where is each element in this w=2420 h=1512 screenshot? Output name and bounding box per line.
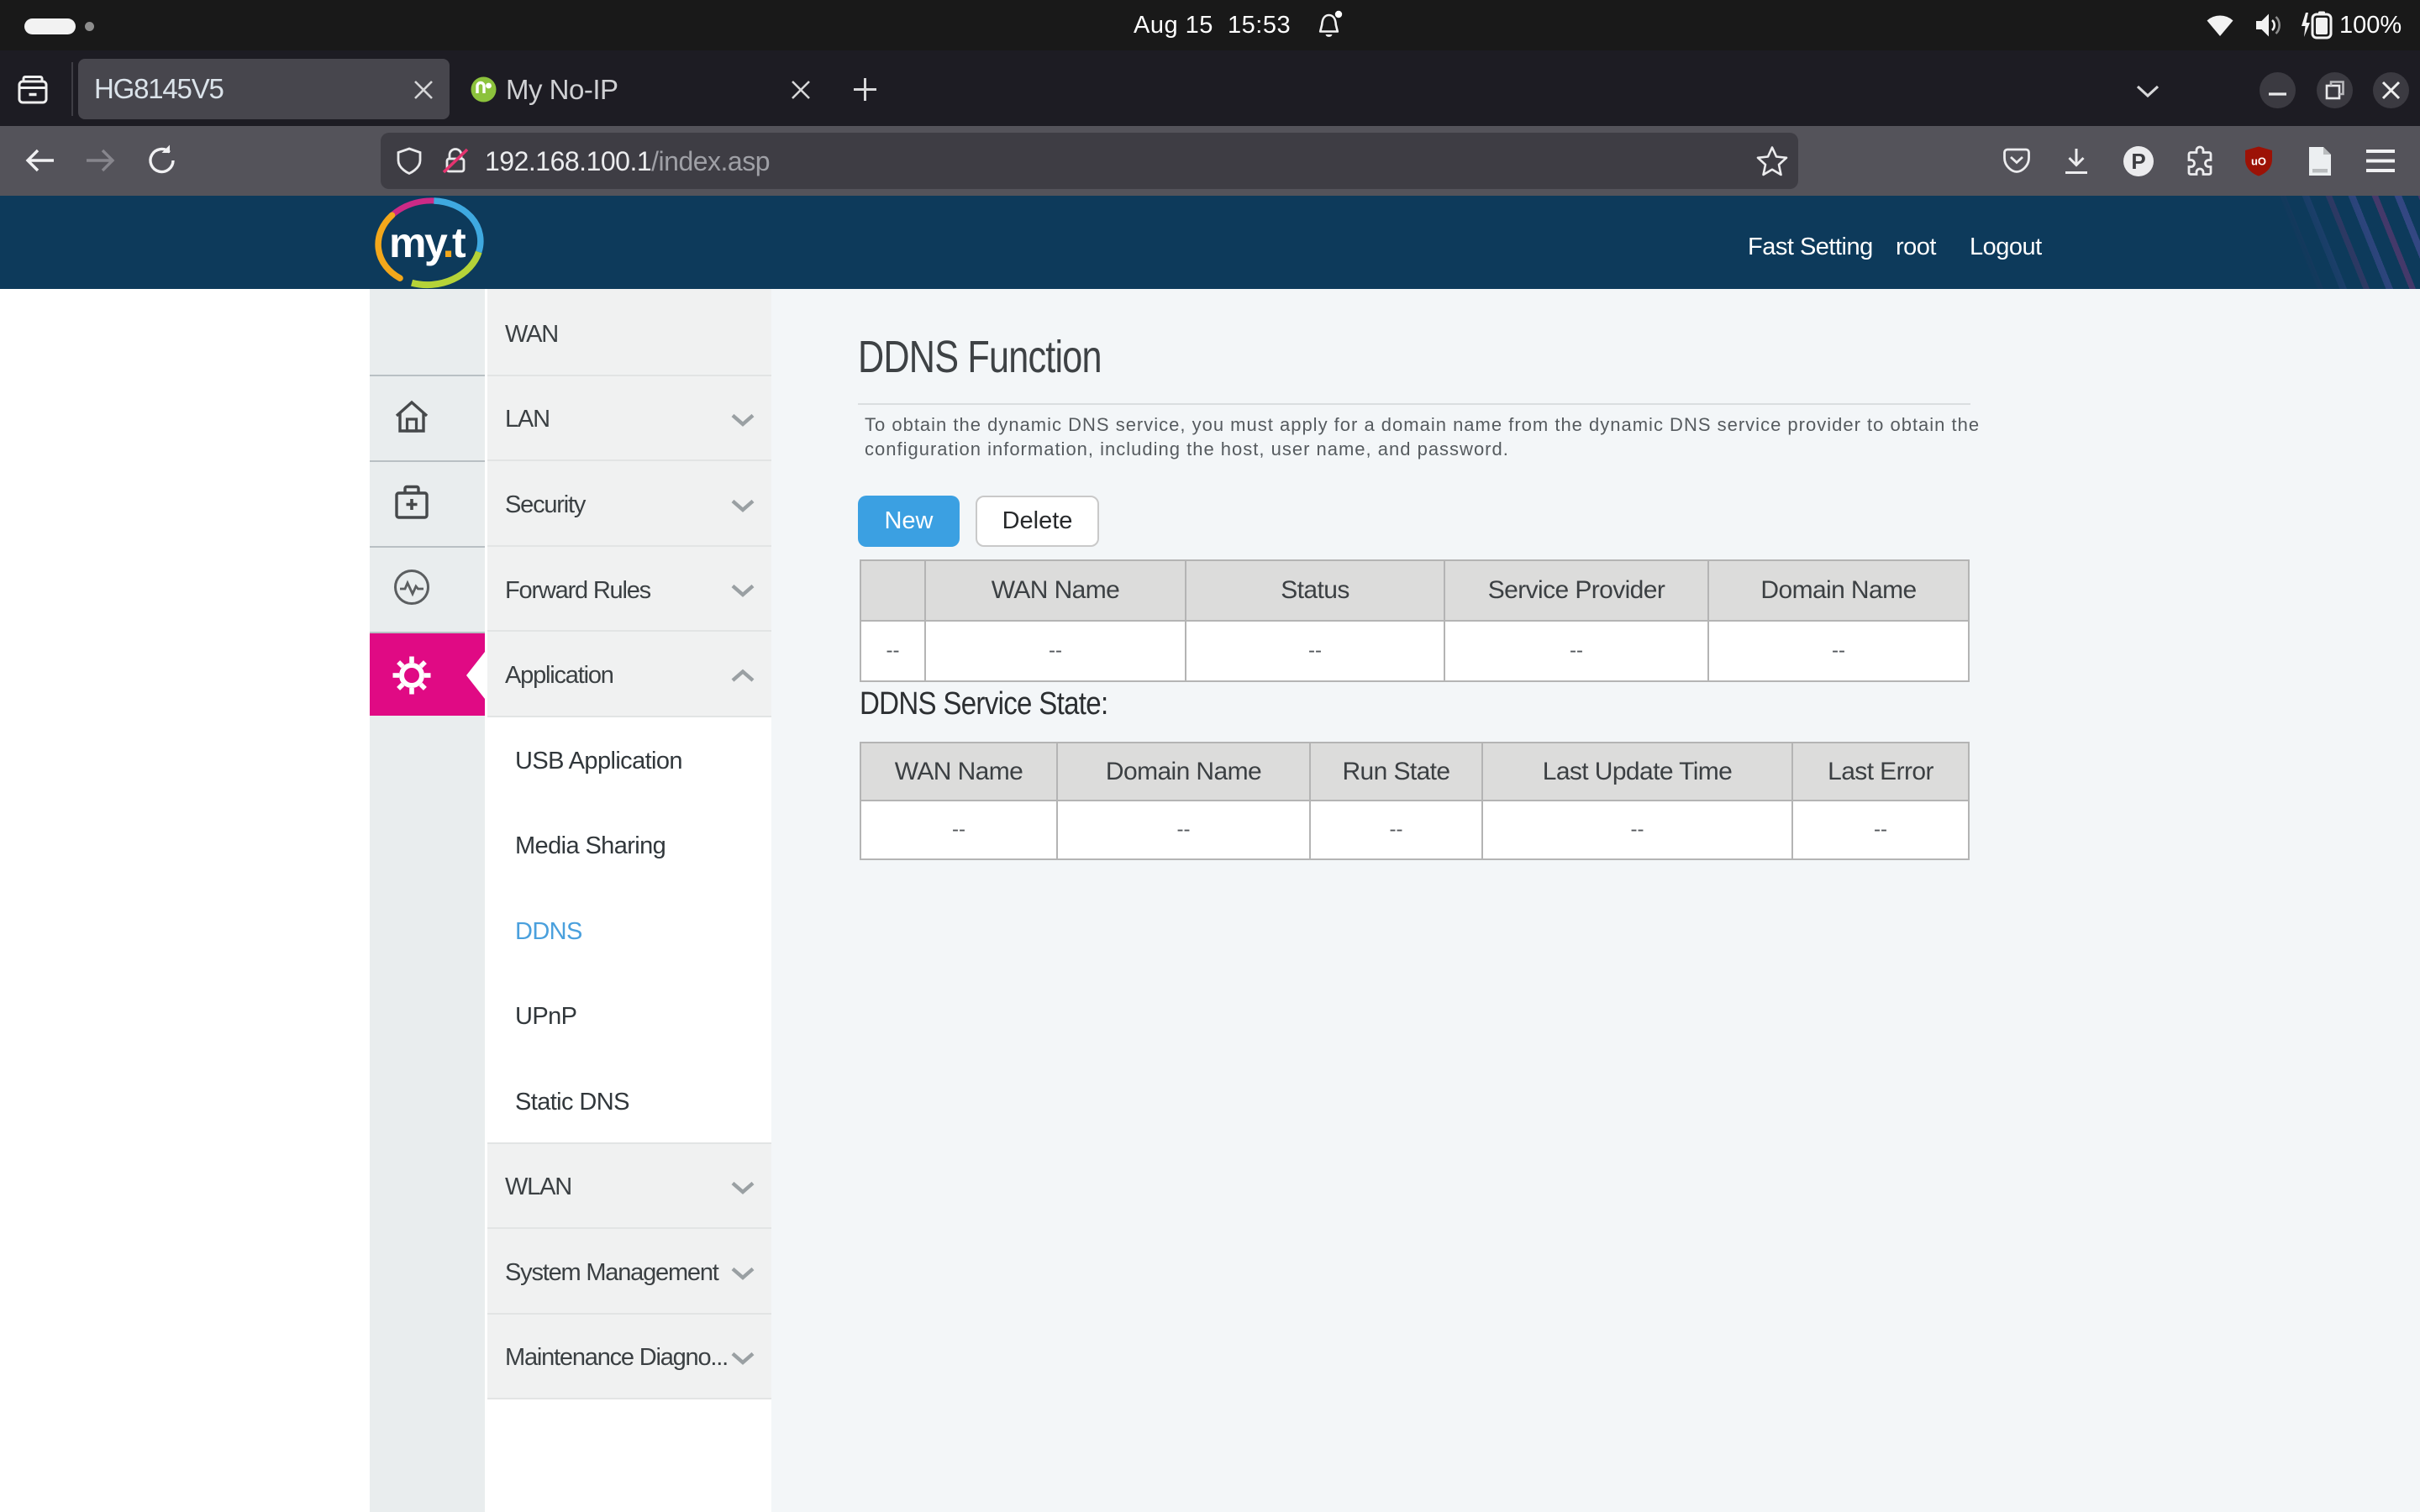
svg-text:uO: uO — [2251, 155, 2266, 168]
svg-text:my.t: my.t — [389, 219, 466, 266]
